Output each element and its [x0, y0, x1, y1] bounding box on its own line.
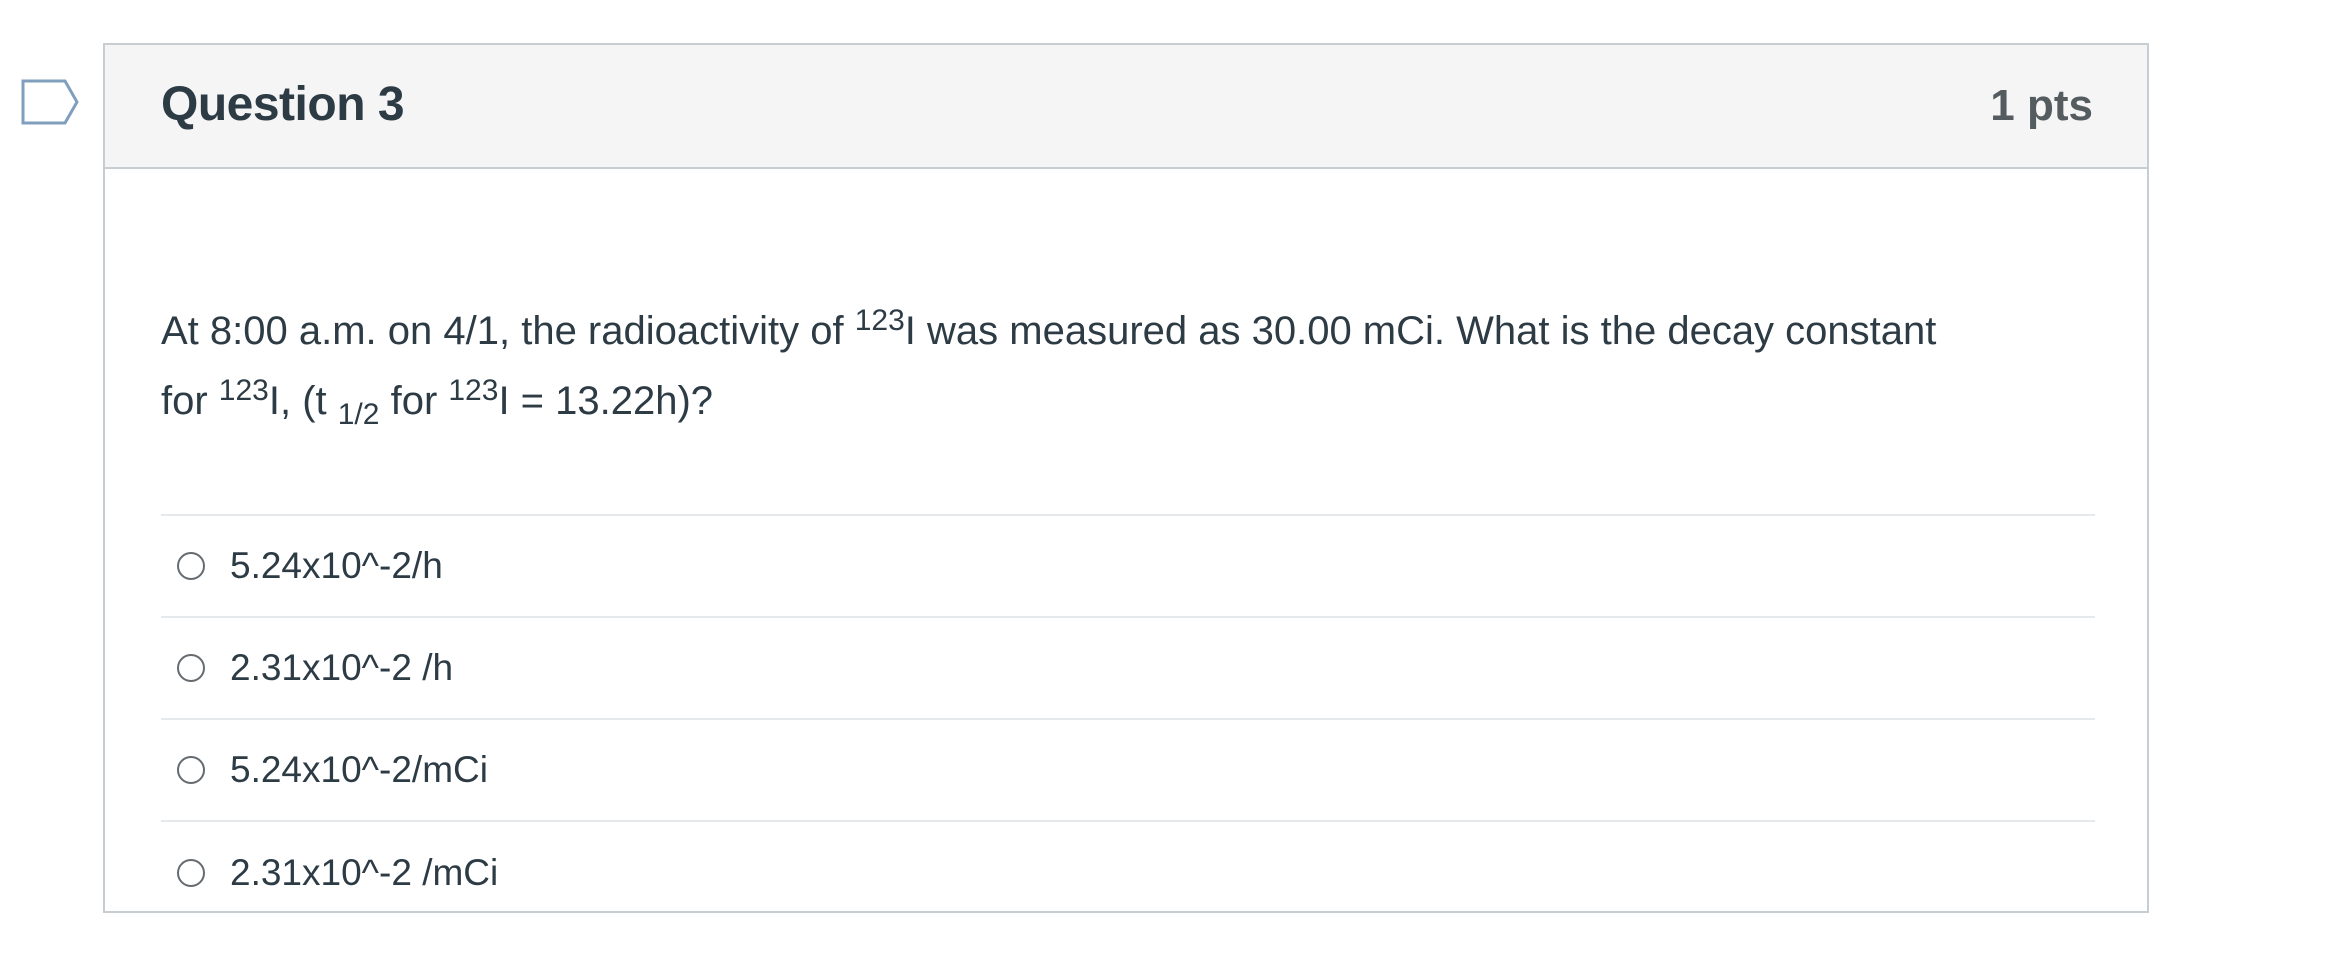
isotope-superscript: 123 [854, 304, 905, 337]
answer-option-1[interactable]: 5.24x10^-2/h [161, 516, 2095, 618]
flag-question-icon[interactable] [21, 79, 79, 125]
isotope-superscript: 123 [448, 374, 499, 407]
answer-label[interactable]: 2.31x10^-2 /mCi [230, 852, 498, 894]
answer-option-2[interactable]: 2.31x10^-2 /h [161, 618, 2095, 720]
radio-button-icon[interactable] [177, 654, 205, 682]
question-title: Question 3 [161, 78, 405, 131]
answer-label[interactable]: 2.31x10^-2 /h [230, 647, 453, 689]
radio-button-icon[interactable] [177, 859, 205, 887]
question-text-segment: for [161, 379, 219, 423]
question-card: Question 3 1 pts At 8:00 a.m. on 4/1, th… [103, 43, 2149, 913]
isotope-superscript: 123 [218, 374, 269, 407]
question-text-line-2: for 123I, (t 1/2 for 123I = 13.22h)? [161, 368, 2095, 438]
question-text-segment: At 8:00 a.m. on 4/1, the radioactivity o… [161, 309, 855, 353]
answer-option-4[interactable]: 2.31x10^-2 /mCi [161, 822, 2095, 924]
question-text-segment: I was measured as 30.00 mCi. What is the… [904, 309, 1937, 353]
half-life-subscript: 1/2 [337, 398, 380, 431]
question-points: 1 pts [1990, 81, 2093, 130]
radio-button-icon[interactable] [177, 756, 205, 784]
radio-button-icon[interactable] [177, 552, 205, 580]
answer-label[interactable]: 5.24x10^-2/h [230, 545, 443, 587]
question-text-segment: I = 13.22h)? [498, 379, 714, 423]
question-text-segment: for [379, 379, 449, 423]
question-body: At 8:00 a.m. on 4/1, the radioactivity o… [161, 170, 2095, 924]
question-text-line-1: At 8:00 a.m. on 4/1, the radioactivity o… [161, 298, 2095, 368]
question-header: Question 3 1 pts [105, 45, 2147, 169]
answer-label[interactable]: 5.24x10^-2/mCi [230, 749, 488, 791]
answer-list: 5.24x10^-2/h 2.31x10^-2 /h 5.24x10^-2/mC… [161, 514, 2095, 924]
answer-option-3[interactable]: 5.24x10^-2/mCi [161, 720, 2095, 822]
question-text: At 8:00 a.m. on 4/1, the radioactivity o… [161, 298, 2095, 438]
question-text-segment: I, (t [268, 379, 338, 423]
